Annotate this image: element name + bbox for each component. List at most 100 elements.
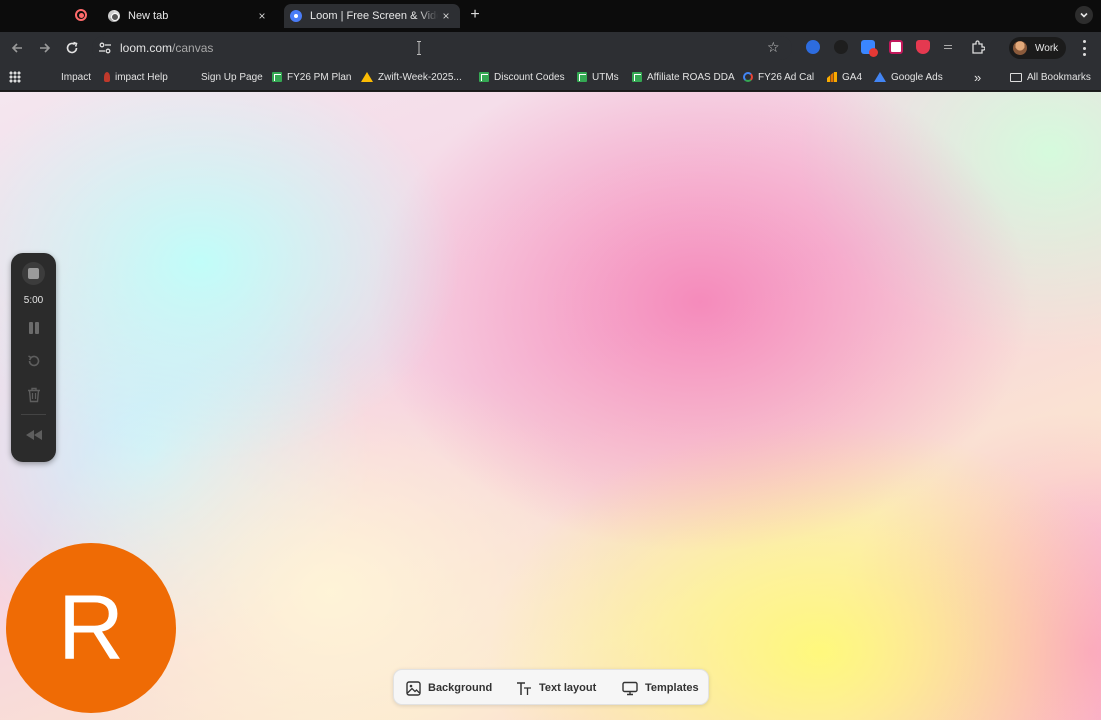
- sheets-icon: [632, 72, 642, 82]
- trash-icon: [28, 387, 40, 403]
- pause-icon: [29, 322, 39, 334]
- collapse-controls-button[interactable]: [24, 425, 44, 445]
- new-tab-button[interactable]: +: [467, 7, 483, 23]
- zoom-extension-icon[interactable]: [806, 40, 820, 54]
- bookmark-utms[interactable]: UTMs: [577, 69, 619, 85]
- bookmark-star-icon[interactable]: ☆: [767, 39, 780, 56]
- avatar: [1013, 41, 1027, 55]
- bookmark-google-ads[interactable]: Google Ads: [874, 69, 943, 85]
- bookmark-zwift-week[interactable]: Zwift-Week-2025...: [361, 69, 462, 85]
- restart-icon: [28, 355, 40, 367]
- bookmark-impact-help[interactable]: impact Help: [104, 69, 168, 85]
- url-path: /canvas: [172, 41, 214, 55]
- tab-loom[interactable]: Loom | Free Screen & Video Recording ×: [284, 4, 460, 28]
- bookmark-label: Zwift-Week-2025...: [378, 71, 462, 83]
- templates-label: Templates: [645, 682, 699, 694]
- stop-icon: [28, 268, 39, 279]
- bookmark-label: Sign Up Page: [201, 71, 263, 83]
- loom-icon: [290, 10, 302, 22]
- bookmark-label: Discount Codes: [494, 71, 565, 83]
- sheets-icon: [479, 72, 489, 82]
- folder-icon: [1010, 72, 1022, 82]
- text-layout-label: Text layout: [539, 682, 597, 694]
- back-button[interactable]: [9, 40, 25, 56]
- analytics-icon: [827, 72, 837, 82]
- recording-indicator-icon: [75, 9, 87, 21]
- camera-bubble[interactable]: R: [6, 543, 176, 713]
- grammar-extension-icon[interactable]: [889, 40, 903, 54]
- bookmark-fy26-pm-plan[interactable]: FY26 PM Plan: [272, 69, 351, 85]
- impact-icon: [104, 72, 110, 82]
- pause-button[interactable]: [24, 318, 44, 338]
- reload-button[interactable]: [64, 40, 80, 56]
- tab-search-button[interactable]: [1075, 6, 1093, 24]
- bookmark-impact[interactable]: Impact: [61, 69, 91, 85]
- all-bookmarks-button[interactable]: All Bookmarks: [1010, 69, 1091, 85]
- bookmark-affiliate-roas-dda[interactable]: Affiliate ROAS DDA: [632, 69, 735, 85]
- text-icon: [516, 680, 532, 696]
- tab-new-tab[interactable]: New tab ×: [100, 4, 276, 28]
- bookmark-ga4[interactable]: GA4: [827, 69, 862, 85]
- bookmarks-bar: Impact impact Help Sign Up Page FY26 PM …: [0, 64, 1101, 91]
- address-bar[interactable]: loom.com/canvas: [92, 36, 792, 60]
- restart-button[interactable]: [24, 351, 44, 371]
- recording-timer: 5:00: [23, 295, 44, 306]
- arrow-left-icon: [11, 43, 22, 53]
- close-icon[interactable]: ×: [438, 8, 454, 24]
- stop-recording-button[interactable]: [22, 262, 45, 285]
- tab-title: New tab: [128, 10, 169, 22]
- camera-initial: R: [57, 576, 125, 679]
- bookmark-label: UTMs: [592, 71, 619, 83]
- shield-extension-icon[interactable]: [916, 40, 930, 54]
- text-cursor-icon: [417, 41, 421, 55]
- templates-button[interactable]: Templates: [622, 678, 699, 698]
- bookmark-discount-codes[interactable]: Discount Codes: [479, 69, 565, 85]
- rewind-icon: [26, 430, 42, 440]
- browser-toolbar: loom.com/canvas: [0, 32, 1101, 64]
- site-settings-icon[interactable]: [98, 41, 112, 55]
- text-layout-button[interactable]: Text layout: [516, 678, 596, 698]
- profile-button[interactable]: Work: [1009, 37, 1067, 59]
- delete-button[interactable]: [24, 385, 44, 405]
- drive-icon: [361, 72, 373, 82]
- extension-badge-icon[interactable]: [861, 40, 878, 57]
- recording-controls: 5:00: [11, 253, 56, 462]
- google-icon: [743, 72, 753, 82]
- bookmark-label: GA4: [842, 71, 863, 83]
- bookmarks-overflow-button[interactable]: »: [974, 69, 981, 85]
- image-icon: [405, 680, 421, 696]
- profile-label: Work: [1035, 42, 1059, 54]
- sheets-icon: [272, 72, 282, 82]
- bookmark-fy26-ad-cal[interactable]: FY26 Ad Cal: [743, 69, 814, 85]
- tab-strip: New tab × Loom | Free Screen & Video Rec…: [0, 0, 1101, 32]
- bookmark-label: Impact: [61, 71, 92, 83]
- apps-grid-icon: [9, 71, 21, 83]
- more-menu-icon[interactable]: [1079, 40, 1089, 56]
- bookmark-label: impact Help: [115, 71, 168, 83]
- url-text: loom.com/canvas: [120, 41, 213, 55]
- bookmark-label: Affiliate ROAS DDA: [647, 71, 735, 83]
- reload-icon: [66, 41, 78, 54]
- drag-handle-icon[interactable]: [944, 45, 952, 49]
- bookmark-label: FY26 PM Plan: [287, 71, 352, 83]
- bookmark-label: Google Ads: [891, 71, 943, 83]
- divider: [21, 414, 46, 415]
- background-label: Background: [428, 682, 493, 694]
- google-ads-icon: [874, 72, 886, 82]
- extensions-puzzle-icon[interactable]: [971, 40, 986, 54]
- bookmark-sign-up-page[interactable]: Sign Up Page: [201, 69, 263, 85]
- close-icon[interactable]: ×: [254, 8, 270, 24]
- forward-button[interactable]: [37, 40, 53, 56]
- chevron-down-icon: [1080, 12, 1088, 18]
- canvas-toolbar: Background Text layout Templates: [393, 669, 709, 705]
- chrome-icon: [108, 10, 120, 22]
- monitor-icon: [622, 680, 638, 696]
- tab-title: Loom | Free Screen & Video Recording: [310, 10, 438, 22]
- apps-button[interactable]: [9, 69, 26, 85]
- url-domain: loom.com: [120, 41, 173, 55]
- background-button[interactable]: Background: [405, 678, 492, 698]
- all-bookmarks-label: All Bookmarks: [1027, 71, 1091, 83]
- dark-extension-icon[interactable]: [834, 40, 848, 54]
- bookmark-label: FY26 Ad Cal: [758, 71, 815, 83]
- sheets-icon: [577, 72, 587, 82]
